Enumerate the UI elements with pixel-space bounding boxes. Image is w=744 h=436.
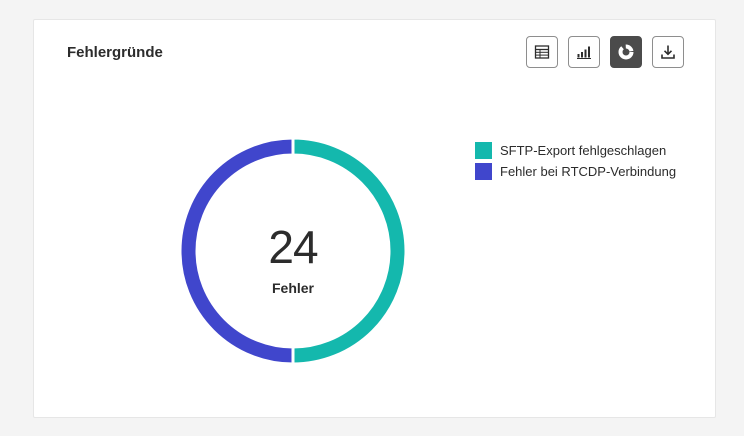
failure-reasons-card: Fehlergründe 24 Fehler SFTP-Export fehlg… [33,19,716,418]
legend-label: SFTP-Export fehlgeschlagen [500,143,667,158]
view-toolbar [526,36,684,68]
bar-chart-view-button[interactable] [568,36,600,68]
legend-swatch [475,163,492,180]
bar-chart-icon [577,46,591,59]
card-title: Fehlergründe [67,44,163,61]
chart-legend: SFTP-Export fehlgeschlagen Fehler bei RTC… [475,140,676,182]
donut-chart: 24 Fehler [180,138,406,364]
donut-center: 24 Fehler [180,138,406,364]
legend-item[interactable]: SFTP-Export fehlgeschlagen [475,140,676,161]
legend-label: Fehler bei RTCDP-Verbindung [500,164,677,179]
download-icon [661,45,675,59]
donut-chart-icon [618,44,634,60]
total-value: 24 [268,221,318,273]
legend-swatch [475,142,492,159]
table-view-button[interactable] [526,36,558,68]
table-icon [534,45,550,59]
donut-chart-view-button[interactable] [610,36,642,68]
download-button[interactable] [652,36,684,68]
total-label: Fehler [271,280,314,296]
legend-item[interactable]: Fehler bei RTCDP-Verbindung [475,161,676,182]
